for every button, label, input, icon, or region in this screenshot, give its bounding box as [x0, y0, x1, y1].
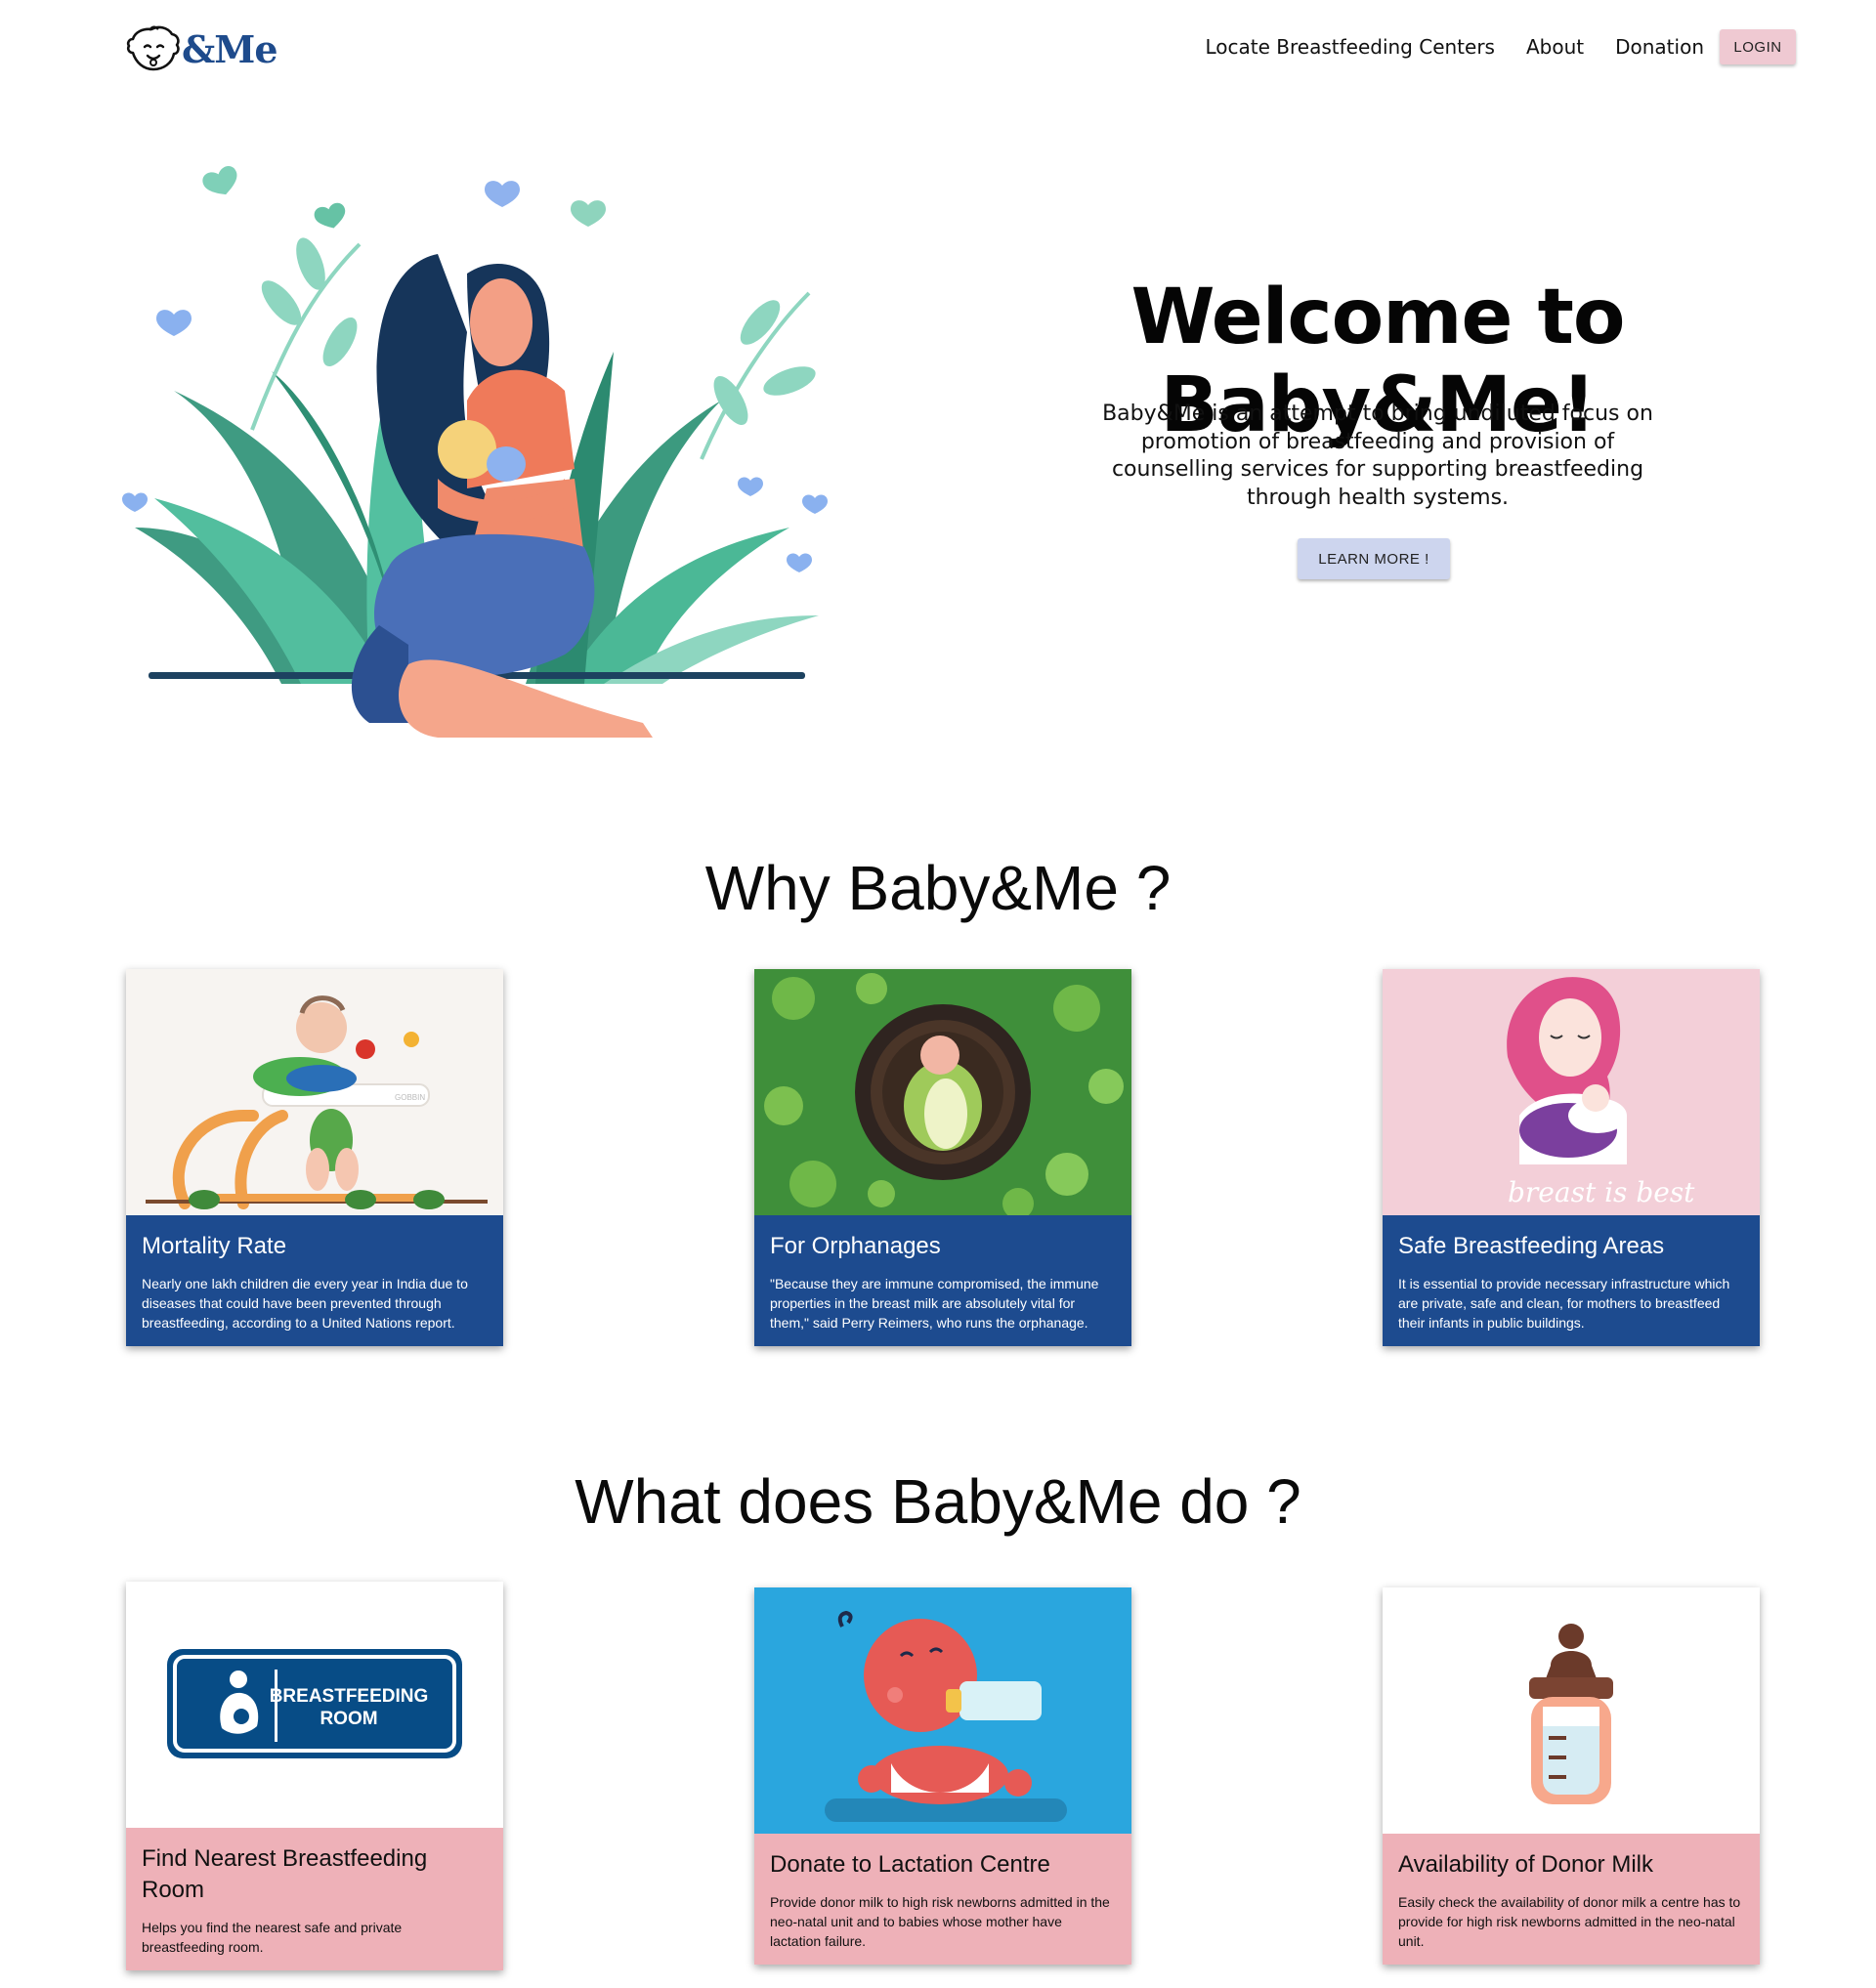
- card-availability-donor-milk[interactable]: Availability of Donor Milk Easily check …: [1383, 1587, 1760, 1965]
- login-button[interactable]: LOGIN: [1720, 29, 1796, 64]
- brand-logo-text: &Me: [182, 26, 278, 71]
- site-header: &Me Locate Breastfeeding Centers About D…: [0, 0, 1876, 98]
- card-body: Availability of Donor Milk Easily check …: [1383, 1834, 1760, 1965]
- card-title: Safe Breastfeeding Areas: [1398, 1233, 1665, 1259]
- baby-lilypad-image: [754, 969, 1131, 1215]
- card-body: Find Nearest Breastfeeding Room Helps yo…: [126, 1828, 503, 1970]
- card-title: Mortality Rate: [142, 1233, 287, 1259]
- breastfeeding-room-sign-image: BREASTFEEDING ROOM: [126, 1582, 503, 1828]
- hero-illustration: [122, 166, 828, 738]
- card-text: Provide donor milk to high risk newborns…: [770, 1894, 1110, 1949]
- nav-link-locate-centers[interactable]: Locate Breastfeeding Centers: [1205, 35, 1494, 59]
- card-donate-lactation-centre[interactable]: Donate to Lactation Centre Provide donor…: [754, 1587, 1131, 1965]
- card-body: Donate to Lactation Centre Provide donor…: [754, 1834, 1131, 1965]
- card-title: For Orphanages: [770, 1233, 941, 1259]
- card-text: "Because they are immune compromised, th…: [770, 1276, 1099, 1331]
- card-safe-breastfeeding-areas[interactable]: breast is best Safe Breastfeeding Areas …: [1383, 969, 1760, 1346]
- card-find-breastfeeding-room[interactable]: BREASTFEEDING ROOM Find Nearest Breastfe…: [126, 1582, 503, 1970]
- card-text: Helps you find the nearest safe and priv…: [142, 1920, 403, 1955]
- nav-link-about[interactable]: About: [1526, 35, 1584, 59]
- card-text: Easily check the availability of donor m…: [1398, 1894, 1741, 1949]
- what-section-title: What does Baby&Me do ?: [575, 1466, 1301, 1537]
- sign-line-1: BREASTFEEDING: [270, 1686, 429, 1707]
- card-title: Find Nearest Breastfeeding Room: [142, 1845, 428, 1903]
- walker-brand-text: GOBBIN: [395, 1093, 425, 1102]
- breast-is-best-text: breast is best: [1508, 1176, 1695, 1208]
- card-for-orphanages[interactable]: For Orphanages "Because they are immune …: [754, 969, 1131, 1346]
- baby-face-logo-icon: [126, 25, 180, 71]
- card-body: For Orphanages "Because they are immune …: [754, 1215, 1131, 1346]
- card-text: It is essential to provide necessary inf…: [1398, 1276, 1730, 1331]
- card-body: Safe Breastfeeding Areas It is essential…: [1383, 1215, 1760, 1346]
- brand-logo[interactable]: &Me: [123, 21, 278, 76]
- main-nav: Locate Breastfeeding Centers About Donat…: [1205, 25, 1876, 68]
- nav-link-donation[interactable]: Donation: [1615, 35, 1704, 59]
- learn-more-button[interactable]: LEARN MORE !: [1298, 538, 1450, 579]
- milk-bottle-image: [1383, 1587, 1760, 1834]
- baby-bottle-feeding-image: [754, 1587, 1131, 1834]
- hero-description: Baby&Me is an attempt to bring undiluted…: [1102, 402, 1653, 510]
- breast-is-best-image: breast is best: [1383, 969, 1760, 1215]
- baby-walker-image: GOBBIN: [126, 969, 503, 1215]
- sign-line-2: ROOM: [320, 1709, 377, 1729]
- card-body: Mortality Rate Nearly one lakh children …: [126, 1215, 503, 1346]
- card-title: Donate to Lactation Centre: [770, 1851, 1050, 1878]
- why-section-title: Why Baby&Me ?: [704, 853, 1172, 923]
- card-title: Availability of Donor Milk: [1398, 1851, 1653, 1878]
- card-text: Nearly one lakh children die every year …: [142, 1276, 468, 1331]
- card-mortality-rate[interactable]: GOBBIN Mortality Rate Nearly one lakh ch…: [126, 969, 503, 1346]
